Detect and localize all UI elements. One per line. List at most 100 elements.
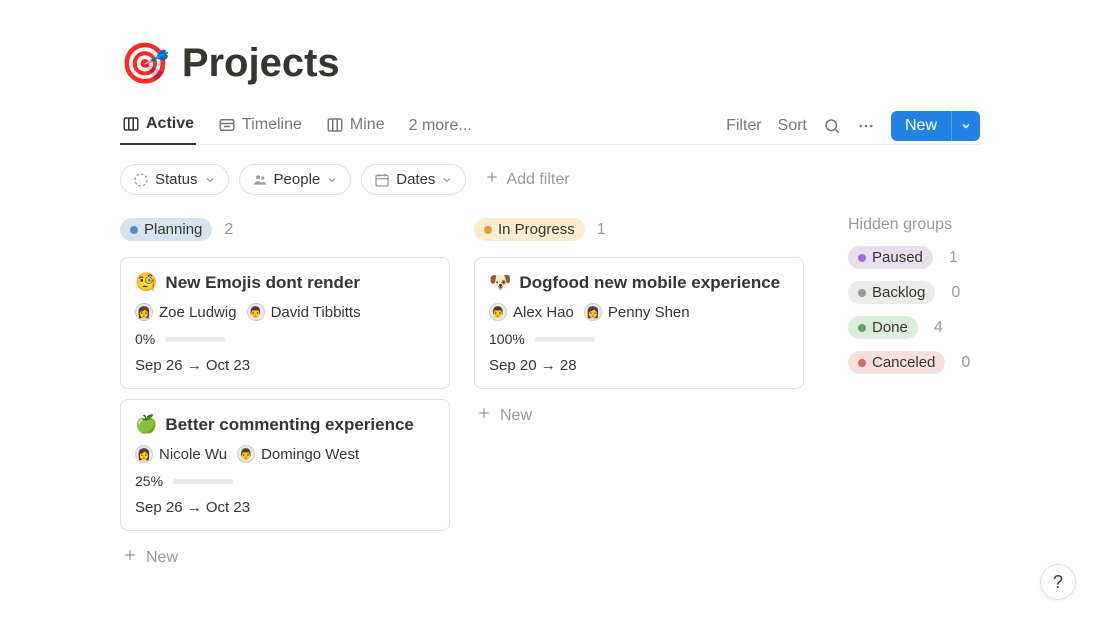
- assignee[interactable]: 👨 David Tibbitts: [247, 303, 361, 321]
- assignees: 👨 Alex Hao 👩 Penny Shen: [489, 303, 789, 321]
- status-chip-done: Done: [848, 316, 918, 339]
- more-views-button[interactable]: 2 more...: [407, 109, 474, 143]
- calendar-icon: [374, 172, 390, 188]
- hidden-groups-title: Hidden groups: [848, 216, 970, 234]
- more-icon[interactable]: [857, 117, 875, 135]
- add-card-label: New: [500, 407, 532, 425]
- card[interactable]: 🐶 Dogfood new mobile experience 👨 Alex H…: [474, 257, 804, 389]
- board-column-in-progress: In Progress 1 🐶 Dogfood new mobile exper…: [474, 216, 804, 432]
- column-count: 2: [224, 221, 233, 239]
- progress-bar: [165, 337, 225, 342]
- page-title[interactable]: Projects: [182, 41, 340, 86]
- status-chip-backlog: Backlog: [848, 281, 935, 304]
- tab-label: Timeline: [242, 116, 302, 134]
- status-label: Done: [872, 319, 908, 336]
- filter-pill-people[interactable]: People: [239, 164, 352, 195]
- new-button-dropdown[interactable]: [951, 111, 980, 141]
- new-button[interactable]: New: [891, 111, 951, 141]
- assignee[interactable]: 👩 Zoe Ludwig: [135, 303, 237, 321]
- hidden-group-backlog[interactable]: Backlog 0: [848, 281, 970, 304]
- hidden-group-canceled[interactable]: Canceled 0: [848, 351, 970, 374]
- plus-icon: [122, 547, 138, 568]
- avatar: 👨: [247, 303, 265, 321]
- help-button[interactable]: ?: [1040, 564, 1076, 600]
- filter-pill-dates[interactable]: Dates: [361, 164, 466, 195]
- status-chip-paused: Paused: [848, 246, 933, 269]
- assignee-name: Penny Shen: [608, 304, 690, 321]
- assignees: 👩 Zoe Ludwig 👨 David Tibbitts: [135, 303, 435, 321]
- plus-icon: [484, 169, 500, 190]
- card-icon: 🐶: [489, 272, 511, 293]
- card-title: New Emojis dont render: [165, 273, 360, 293]
- hidden-group-count: 0: [951, 284, 960, 302]
- progress-bar: [173, 479, 233, 484]
- assignees: 👩 Nicole Wu 👨 Domingo West: [135, 445, 435, 463]
- status-chip-in-progress: In Progress: [474, 218, 585, 241]
- search-icon[interactable]: [823, 117, 841, 135]
- avatar: 👨: [237, 445, 255, 463]
- card[interactable]: 🍏 Better commenting experience 👩 Nicole …: [120, 399, 450, 531]
- assignee[interactable]: 👨 Alex Hao: [489, 303, 574, 321]
- board: Planning 2 🧐 New Emojis dont render 👩 Zo…: [120, 216, 980, 574]
- add-card-button[interactable]: New: [120, 541, 450, 574]
- assignee-name: David Tibbitts: [271, 304, 361, 321]
- progress: 100%: [489, 331, 789, 347]
- progress-percent: 0%: [135, 331, 155, 347]
- status-label: Canceled: [872, 354, 935, 371]
- assignee-name: Alex Hao: [513, 304, 574, 321]
- card[interactable]: 🧐 New Emojis dont render 👩 Zoe Ludwig 👨 …: [120, 257, 450, 389]
- filter-bar: Status People Dates: [120, 145, 980, 216]
- column-count: 1: [597, 221, 606, 239]
- card-date: Sep 26 → Oct 23: [135, 499, 435, 516]
- status-label: Paused: [872, 249, 923, 266]
- filter-pill-label: People: [274, 171, 321, 188]
- page-icon[interactable]: 🎯: [120, 40, 170, 87]
- add-filter-label: Add filter: [506, 171, 569, 189]
- assignee[interactable]: 👩 Penny Shen: [584, 303, 690, 321]
- progress-percent: 25%: [135, 473, 163, 489]
- assignee[interactable]: 👨 Domingo West: [237, 445, 359, 463]
- card-date: Sep 20 → 28: [489, 357, 789, 374]
- avatar: 👨: [489, 303, 507, 321]
- avatar: 👩: [135, 303, 153, 321]
- hidden-group-count: 1: [949, 249, 958, 267]
- hidden-groups: Hidden groups Paused 1 Backlog 0 Done: [848, 216, 970, 386]
- tab-timeline[interactable]: Timeline: [216, 108, 304, 144]
- filter-button[interactable]: Filter: [726, 117, 762, 135]
- new-button-group: New: [891, 111, 980, 141]
- assignee[interactable]: 👩 Nicole Wu: [135, 445, 227, 463]
- column-header[interactable]: In Progress 1: [474, 216, 804, 247]
- plus-icon: [476, 405, 492, 426]
- filter-pill-label: Status: [155, 171, 198, 188]
- add-card-button[interactable]: New: [474, 399, 804, 432]
- card-date: Sep 26 → Oct 23: [135, 357, 435, 374]
- hidden-group-paused[interactable]: Paused 1: [848, 246, 970, 269]
- status-dot: [858, 324, 866, 332]
- column-header[interactable]: Planning 2: [120, 216, 450, 247]
- progress-bar: [535, 337, 595, 342]
- tab-active[interactable]: Active: [120, 107, 196, 145]
- assignee-name: Nicole Wu: [159, 446, 227, 463]
- status-label: Planning: [144, 221, 202, 238]
- card-title: Dogfood new mobile experience: [519, 273, 780, 293]
- tab-mine[interactable]: Mine: [324, 108, 387, 144]
- status-icon: [133, 172, 149, 188]
- hidden-group-count: 0: [961, 354, 970, 372]
- progress: 0%: [135, 331, 435, 347]
- status-dot: [858, 359, 866, 367]
- filter-pill-status[interactable]: Status: [120, 164, 229, 195]
- chevron-down-icon: [204, 174, 216, 186]
- add-filter-button[interactable]: Add filter: [476, 163, 577, 196]
- card-title: Better commenting experience: [165, 415, 413, 435]
- avatar: 👩: [584, 303, 602, 321]
- status-dot: [858, 254, 866, 262]
- hidden-group-count: 4: [934, 319, 943, 337]
- board-icon: [326, 116, 344, 134]
- board-icon: [122, 115, 140, 133]
- tab-label: Mine: [350, 116, 385, 134]
- sort-button[interactable]: Sort: [778, 117, 807, 135]
- filter-pill-label: Dates: [396, 171, 435, 188]
- progress-percent: 100%: [489, 331, 525, 347]
- status-label: In Progress: [498, 221, 575, 238]
- hidden-group-done[interactable]: Done 4: [848, 316, 970, 339]
